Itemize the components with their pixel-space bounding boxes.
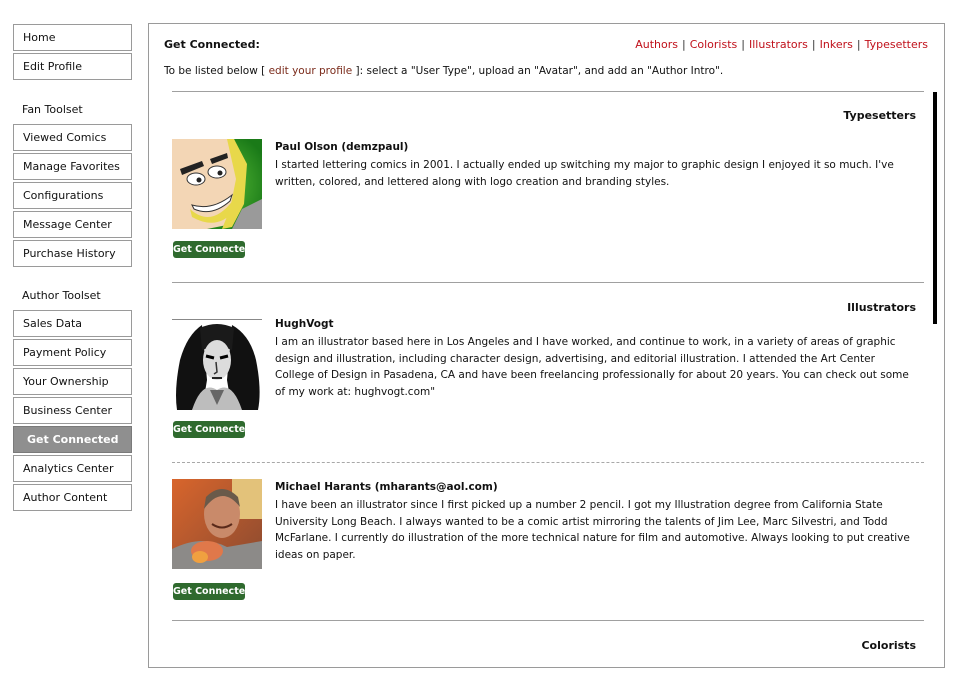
scrollbar-thumb[interactable]: [933, 92, 937, 324]
edit-profile-link[interactable]: edit your profile: [269, 65, 353, 77]
section-heading-illustrators: Illustrators: [847, 301, 916, 314]
author-toolset-heading: Author Toolset: [22, 289, 101, 302]
member-entry: Paul Olson (demzpaul) I started letterin…: [172, 122, 924, 282]
link-authors[interactable]: Authors: [635, 38, 678, 51]
member-bio: I have been an illustrator since I first…: [275, 499, 910, 561]
avatar-photo: [172, 479, 262, 569]
sidebar-item-your-ownership[interactable]: Your Ownership: [13, 368, 132, 395]
separator: |: [856, 38, 861, 51]
member-entry: HughVogt I am an illustrator based here …: [172, 314, 924, 462]
section-divider: [172, 620, 924, 621]
member-name: HughVogt: [275, 318, 334, 330]
section-heading-typesetters: Typesetters: [843, 109, 916, 122]
sidebar-item-get-connected[interactable]: Get Connected: [13, 426, 132, 453]
ink-portrait-avatar-icon: [172, 320, 262, 410]
member-bio: I am an illustrator based here in Los An…: [275, 336, 909, 398]
sidebar-item-viewed-comics[interactable]: Viewed Comics: [13, 124, 132, 151]
section-divider: [172, 282, 924, 283]
avatar-cartoon: [172, 139, 262, 229]
sidebar-item-sales-data[interactable]: Sales Data: [13, 310, 132, 337]
intro-text: To be listed below [ edit your profile ]…: [164, 65, 723, 77]
intro-after: ]: select a "User Type", upload an "Avat…: [352, 65, 724, 77]
main-panel: Get Connected: Authors | Colorists | Illustr…: [148, 23, 945, 668]
member-name: Michael Harants (mharants@aol.com): [275, 481, 498, 493]
link-colorists[interactable]: Colorists: [690, 38, 738, 51]
section-heading-colorists: Colorists: [861, 639, 916, 652]
sidebar-item-manage-favorites[interactable]: Manage Favorites: [13, 153, 132, 180]
page-title: Get Connected:: [164, 38, 260, 51]
link-inkers[interactable]: Inkers: [820, 38, 853, 51]
link-illustrators[interactable]: Illustrators: [749, 38, 808, 51]
sidebar-item-business-center[interactable]: Business Center: [13, 397, 132, 424]
sidebar-item-analytics-center[interactable]: Analytics Center: [13, 455, 132, 482]
sidebar: Home Edit Profile Fan Toolset Viewed Com…: [13, 24, 132, 513]
sidebar-item-configurations[interactable]: Configurations: [13, 182, 132, 209]
sidebar-item-edit-profile[interactable]: Edit Profile: [13, 53, 132, 80]
cartoon-avatar-icon: [172, 139, 262, 229]
sidebar-item-home[interactable]: Home: [13, 24, 132, 51]
separator: |: [811, 38, 816, 51]
get-connected-button[interactable]: Get Connected: [173, 421, 252, 438]
separator: |: [741, 38, 745, 51]
get-connected-button[interactable]: Get Connected: [173, 583, 252, 600]
member-list: Typesetters Paul Olson (demzpaul) I star…: [172, 91, 924, 667]
member-bio: I started lettering comics in 2001. I ac…: [275, 159, 894, 188]
sidebar-item-message-center[interactable]: Message Center: [13, 211, 132, 238]
photo-avatar-icon: [172, 479, 262, 569]
sidebar-item-author-content[interactable]: Author Content: [13, 484, 132, 511]
fan-toolset-heading: Fan Toolset: [22, 103, 83, 116]
separator: |: [681, 38, 686, 51]
sidebar-item-payment-policy[interactable]: Payment Policy: [13, 339, 132, 366]
avatar-ink-portrait: [172, 319, 262, 410]
get-connected-button[interactable]: Get Connected: [173, 241, 252, 258]
user-type-links: Authors | Colorists | Illustrators | Inkers | Ty…: [635, 38, 928, 51]
section-divider: [172, 91, 924, 92]
sidebar-item-purchase-history[interactable]: Purchase History: [13, 240, 132, 267]
link-typesetters[interactable]: Typesetters: [865, 38, 928, 51]
member-entry: Michael Harants (mharants@aol.com) I hav…: [172, 463, 924, 620]
intro-before: To be listed below [: [164, 65, 269, 77]
member-name: Paul Olson (demzpaul): [275, 141, 409, 153]
